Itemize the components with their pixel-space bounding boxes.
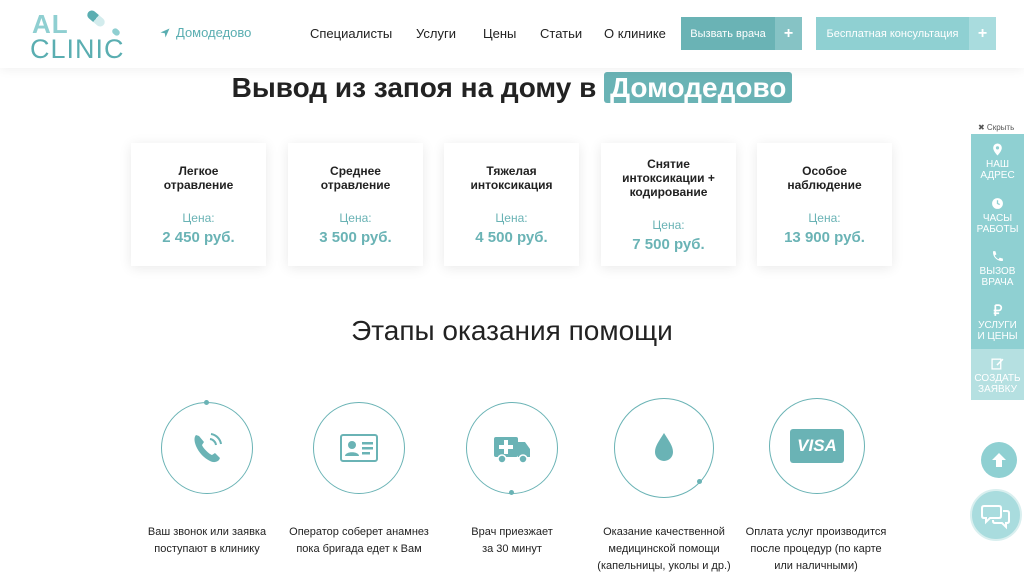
map-marker-icon <box>993 143 1002 156</box>
clock-icon <box>992 198 1003 209</box>
nav-services[interactable]: Услуги <box>416 26 456 41</box>
price-card-title: Особое наблюдение <box>787 164 862 192</box>
scroll-up-button[interactable] <box>981 442 1017 478</box>
step-circle <box>466 402 558 495</box>
chat-button[interactable] <box>970 489 1022 541</box>
plus-icon: + <box>775 17 802 50</box>
step-circle <box>313 402 405 494</box>
page-title: Вывод из запоя на дому в Домодедово <box>0 72 1024 104</box>
step-description: Ваш звонок или заявка поступают в клиник… <box>147 526 267 555</box>
price-label: Цена: <box>808 211 841 225</box>
price-card-title: Легкое отравление <box>163 164 234 192</box>
price-card-title: Тяжелая интоксикация <box>470 164 553 192</box>
nav-about[interactable]: О клинике <box>604 26 666 41</box>
price-card-title: Среднее отравление <box>320 164 391 192</box>
clinic-logo[interactable]: AL CLINIC <box>30 8 130 64</box>
circle-dot <box>204 400 209 405</box>
step-description: Оказание качественной медицинской помощи… <box>597 526 731 572</box>
step-circle: VISA <box>769 398 865 494</box>
location-arrow-icon <box>160 28 170 37</box>
circle-dot <box>697 479 702 484</box>
page-title-prefix: Вывод из запоя на дому в <box>231 72 597 103</box>
call-doctor-label: Вызвать врача <box>690 27 766 40</box>
sidebar-item-address[interactable]: НАШ АДРЕС <box>971 143 1024 181</box>
id-card-icon <box>340 434 378 462</box>
page-title-city: Домодедово <box>604 72 793 103</box>
sidebar-hide-link[interactable]: ✖ Скрыть <box>978 123 1014 132</box>
city-name: Домодедово <box>176 25 252 40</box>
sidebar-item-create-request[interactable]: СОЗДАТЬ ЗАЯВКУ <box>971 357 1024 395</box>
price-label: Цена: <box>182 211 215 225</box>
steps-title: Этапы оказания помощи <box>351 315 673 346</box>
arrow-up-icon <box>992 453 1006 467</box>
free-consult-label: Бесплатная консультация <box>826 27 959 40</box>
nav-articles[interactable]: Статьи <box>540 26 582 41</box>
visa-text: VISA <box>797 436 837 455</box>
phone-volume-icon <box>993 251 1003 261</box>
free-consult-button[interactable]: Бесплатная консультация + <box>816 17 996 50</box>
step-description: Оплата услуг производится после процедур… <box>745 526 887 572</box>
drop-icon <box>655 433 673 461</box>
visa-card-icon: VISA <box>790 429 844 463</box>
chat-bubbles-icon <box>981 505 1010 530</box>
step-description: Оператор соберет анамнез пока бригада ед… <box>289 526 429 555</box>
step-description: Врач приезжает за 30 минут <box>471 526 553 555</box>
price-value: 4 500 руб. <box>475 229 548 246</box>
logo-text-bottom: CLINIC <box>30 34 125 64</box>
logo-pill-icon <box>85 8 107 29</box>
phone-call-icon <box>194 433 222 463</box>
price-value: 3 500 руб. <box>319 229 392 246</box>
price-card-title: Снятие интоксикации + кодирование <box>622 157 715 199</box>
call-doctor-button[interactable]: Вызвать врача + <box>681 17 802 50</box>
price-card[interactable]: Среднее отравление Цена: 3 500 руб. <box>288 143 423 266</box>
price-value: 2 450 руб. <box>162 229 235 246</box>
step-circle <box>614 398 714 498</box>
ruble-icon <box>993 304 1003 316</box>
price-card[interactable]: Тяжелая интоксикация Цена: 4 500 руб. <box>444 143 579 266</box>
sidebar-item-services-prices[interactable]: УСЛУГИ И ЦЕНЫ <box>971 304 1024 342</box>
site-header: AL CLINIC Домодедово Специалисты Услуги … <box>0 0 1024 68</box>
sidebar-item-call-doctor[interactable]: ВЫЗОВ ВРАЧА <box>971 250 1024 288</box>
sidebar-item-hours[interactable]: ЧАСЫ РАБОТЫ <box>971 197 1024 235</box>
price-card[interactable]: Снятие интоксикации + кодирование Цена: … <box>601 143 736 266</box>
city-selector[interactable]: Домодедово <box>160 25 251 40</box>
nav-prices[interactable]: Цены <box>483 26 516 41</box>
edit-icon <box>991 358 1004 370</box>
price-label: Цена: <box>339 211 372 225</box>
price-card[interactable]: Особое наблюдение Цена: 13 900 руб. <box>757 143 892 266</box>
nav-specialists[interactable]: Специалисты <box>310 26 392 41</box>
circle-dot <box>509 490 514 495</box>
step-circle <box>161 400 253 494</box>
plus-icon: + <box>969 17 996 50</box>
price-value: 7 500 руб. <box>632 236 705 253</box>
ambulance-icon <box>494 437 530 464</box>
price-card[interactable]: Легкое отравление Цена: 2 450 руб. <box>131 143 266 266</box>
price-label: Цена: <box>652 218 685 232</box>
price-value: 13 900 руб. <box>784 229 865 246</box>
price-label: Цена: <box>495 211 528 225</box>
